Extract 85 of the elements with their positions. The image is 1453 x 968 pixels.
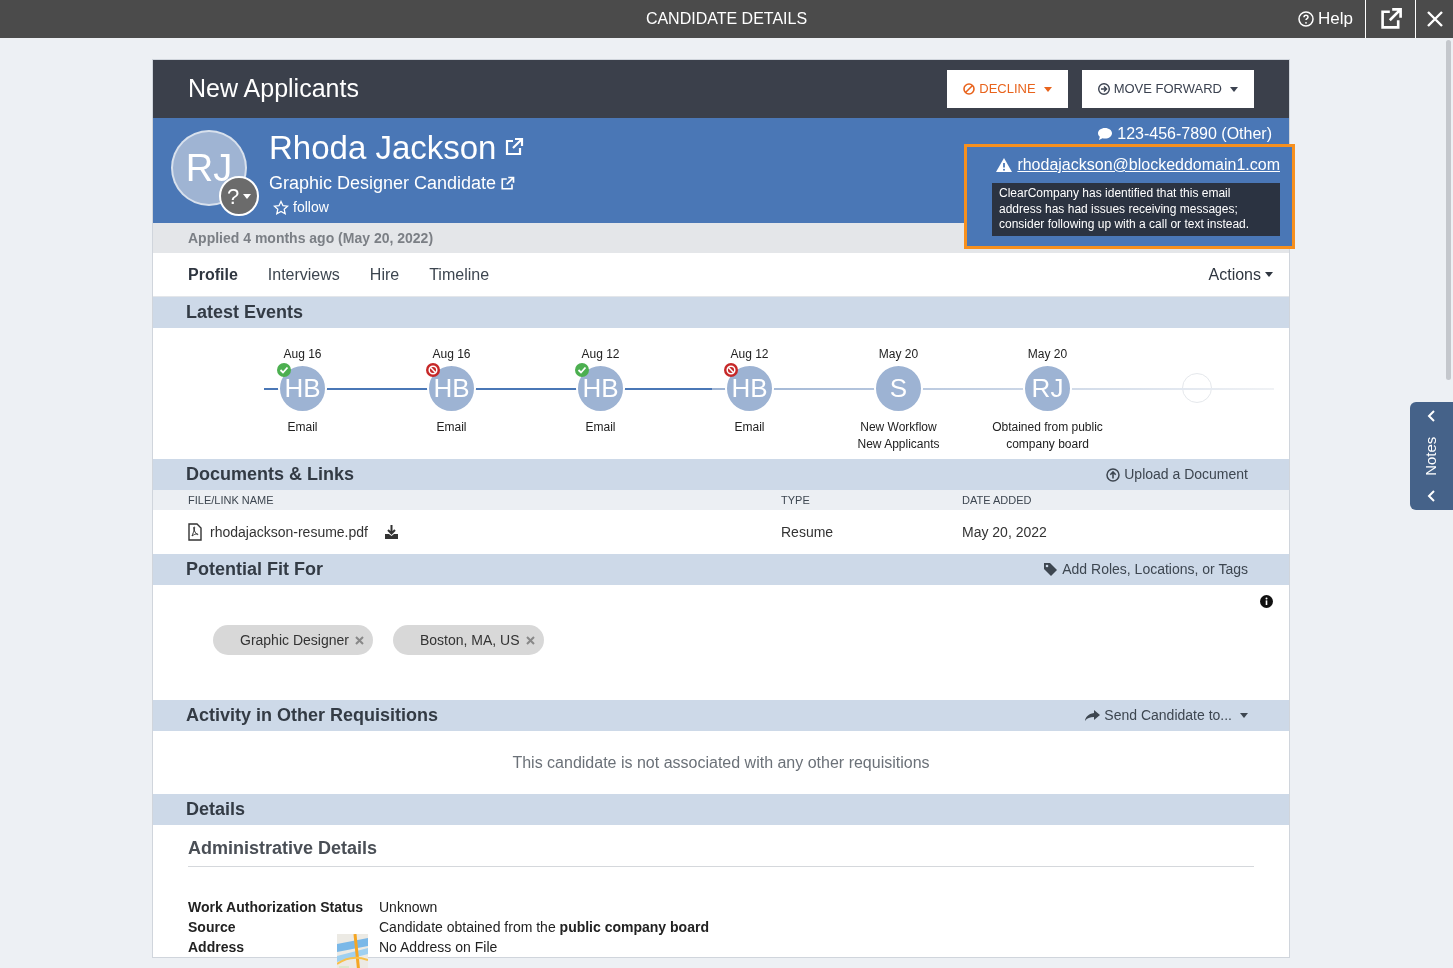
field-value: Candidate obtained from the public company board — [379, 918, 709, 937]
empty-message: This candidate is not associated with any other requisitions — [512, 752, 930, 773]
actions-menu[interactable]: Actions — [1208, 262, 1273, 287]
warning-tooltip: ClearCompany has identified that this email address has had issues receiving messages; consider following up with a call or text instead. — [992, 183, 1280, 236]
field-label: Address — [188, 938, 245, 957]
event-date: Aug 12 — [581, 346, 620, 363]
caret-icon — [1240, 713, 1248, 718]
profile-tab[interactable]: Hire — [369, 262, 400, 287]
candidate-name: Rhoda Jackson — [269, 130, 497, 164]
applied-date: Applied 4 months ago (May 20, 2022) — [188, 228, 434, 248]
event-date: May 20 — [1027, 346, 1068, 363]
star-icon — [273, 199, 289, 216]
event-label: Email — [287, 419, 318, 436]
candidate-title: Graphic Designer Candidate — [269, 172, 497, 195]
section-title: Latest Events — [186, 301, 304, 324]
external-link-icon[interactable] — [1378, 7, 1403, 31]
field-value: No Address on File — [379, 938, 498, 957]
tag-icon — [1043, 562, 1059, 577]
event-label: New Workflow — [860, 419, 937, 436]
event-date: Aug 12 — [730, 346, 769, 363]
file-link[interactable]: rhodajackson-resume.pdf — [210, 521, 368, 543]
phone-number: 123-456-7890 (Other) — [1117, 124, 1272, 144]
profile-tab[interactable]: Timeline — [429, 262, 490, 287]
tag-label: Boston, MA, US — [419, 630, 520, 650]
email-link[interactable]: rhodajackson@blockeddomain1.com — [1017, 153, 1280, 177]
chat-icon — [1097, 127, 1114, 141]
help-icon — [1298, 11, 1315, 27]
section-title: Potential Fit For — [186, 558, 323, 581]
blocked-icon — [426, 363, 440, 377]
column-header: DATE ADDED — [962, 492, 1033, 508]
event-label: New Applicants — [857, 436, 940, 453]
share-arrow-icon — [1085, 709, 1101, 722]
upload-icon — [1106, 467, 1121, 482]
remove-icon[interactable] — [525, 635, 535, 645]
table-cell-text: May 20, 2022 — [962, 522, 1048, 542]
field-label: Work Authorization Status — [188, 898, 363, 917]
caret-icon — [1265, 272, 1273, 277]
external-link-icon[interactable] — [504, 137, 525, 157]
blocked-icon — [724, 363, 738, 377]
chevron-left-icon — [1426, 410, 1437, 422]
check-icon — [277, 363, 291, 377]
table-cell-text: Resume — [781, 522, 835, 542]
section-action[interactable]: Send Candidate to... — [1085, 705, 1248, 726]
help-button[interactable]: Help — [1286, 0, 1365, 38]
caret-icon — [1230, 86, 1238, 92]
external-link-icon[interactable] — [500, 176, 516, 191]
event-label: Obtained from public — [992, 419, 1103, 436]
check-icon — [575, 363, 589, 377]
event-label: Email — [734, 419, 765, 436]
pdf-file-icon — [188, 523, 202, 541]
arrow-circle-icon — [1097, 83, 1110, 95]
tag-label: Graphic Designer — [240, 630, 349, 650]
event-label: Email — [585, 419, 616, 436]
section-action[interactable]: Add Roles, Locations, or Tags — [1043, 559, 1248, 580]
field-label: Source — [188, 918, 236, 937]
move-forward-button[interactable]: MOVE FORWARD — [1081, 70, 1254, 108]
close-icon[interactable] — [1425, 10, 1444, 28]
download-icon[interactable] — [384, 525, 399, 539]
chevron-left-icon — [1426, 490, 1437, 502]
notes-tab[interactable]: Notes — [1410, 402, 1453, 510]
section-title: Documents & Links — [186, 463, 355, 486]
remove-icon[interactable] — [354, 635, 364, 645]
event-label: company board — [1006, 436, 1089, 453]
profile-tab[interactable]: Interviews — [267, 262, 340, 287]
event-label: Email — [436, 419, 467, 436]
info-icon[interactable] — [1260, 595, 1273, 608]
caret-icon — [1043, 86, 1052, 92]
caret-icon — [243, 193, 252, 199]
scrollbar-thumb[interactable] — [1446, 40, 1451, 380]
section-action[interactable]: Upload a Document — [1106, 464, 1248, 485]
subsection-title: Administrative Details — [188, 838, 378, 858]
ban-icon — [963, 83, 976, 95]
field-value: Unknown — [379, 898, 438, 917]
window-title: CANDIDATE DETAILS — [645, 9, 808, 29]
warning-icon — [995, 157, 1014, 173]
stage-title: New Applicants — [188, 73, 359, 105]
column-header: FILE/LINK NAME — [188, 492, 275, 508]
section-title: Activity in Other Requisitions — [186, 704, 439, 727]
event-date: Aug 16 — [283, 346, 322, 363]
section-title: Details — [186, 798, 246, 821]
follow-button[interactable]: follow — [273, 197, 525, 218]
event-date: Aug 16 — [432, 346, 471, 363]
event-date: May 20 — [878, 346, 919, 363]
column-header: TYPE — [781, 492, 811, 508]
profile-tab[interactable]: Profile — [188, 262, 238, 287]
